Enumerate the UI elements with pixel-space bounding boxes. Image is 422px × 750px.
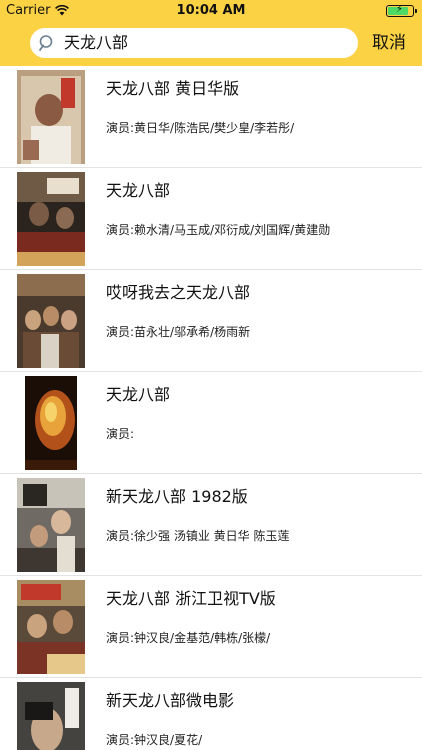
poster-image	[25, 376, 77, 470]
result-cast: 演员:黄日华/陈浩民/樊少皇/李若彤/	[106, 121, 295, 135]
cancel-button[interactable]: 取消	[372, 30, 406, 56]
result-cast: 演员:钟汉良/夏花/	[106, 733, 203, 747]
result-title: 新天龙八部微电影	[106, 691, 235, 710]
search-icon	[39, 35, 53, 51]
poster-image	[17, 478, 85, 572]
result-row[interactable]: 新天龙八部 1982版 演员:徐少强 汤镇业 黄日华 陈玉莲	[0, 474, 422, 576]
result-cast: 演员:徐少强 汤镇业 黄日华 陈玉莲	[106, 529, 290, 543]
result-row[interactable]: 天龙八部 演员:赖水清/马玉成/邓衍成/刘国辉/黄建勋	[0, 168, 422, 270]
poster-image	[17, 172, 85, 266]
screen: Carrier 10:04 AM ⚡ 取消	[0, 0, 422, 750]
result-cast: 演员:苗永壮/邬承希/杨雨新	[106, 325, 251, 339]
result-cast: 演员:钟汉良/金基范/韩栋/张檬/	[106, 631, 271, 645]
search-bar[interactable]	[30, 28, 358, 58]
result-row[interactable]: 新天龙八部微电影 演员:钟汉良/夏花/	[0, 678, 422, 750]
battery-nub	[415, 9, 417, 13]
result-cast: 演员:	[106, 427, 135, 441]
clock: 10:04 AM	[176, 3, 246, 18]
status-bar: Carrier 10:04 AM ⚡	[0, 0, 422, 22]
result-title: 天龙八部 浙江卫视TV版	[106, 589, 276, 608]
search-input[interactable]	[64, 28, 344, 58]
result-row[interactable]: 天龙八部 浙江卫视TV版 演员:钟汉良/金基范/韩栋/张檬/	[0, 576, 422, 678]
charging-bolt-icon: ⚡	[396, 4, 404, 15]
poster-image	[17, 274, 85, 368]
result-title: 天龙八部	[106, 385, 171, 404]
results-list: 天龙八部 黄日华版 演员:黄日华/陈浩民/樊少皇/李若彤/ 天龙八部 演员:赖水…	[0, 66, 422, 750]
poster-image	[17, 70, 85, 164]
poster-image	[17, 580, 85, 674]
result-title: 天龙八部	[106, 181, 171, 200]
result-row[interactable]: 天龙八部 演员:	[0, 372, 422, 474]
header: Carrier 10:04 AM ⚡ 取消	[0, 0, 422, 66]
battery-icon: ⚡	[386, 4, 417, 17]
result-row[interactable]: 哎呀我去之天龙八部 演员:苗永壮/邬承希/杨雨新	[0, 270, 422, 372]
poster-image	[17, 682, 85, 750]
result-title: 哎呀我去之天龙八部	[106, 283, 251, 302]
result-row[interactable]: 天龙八部 黄日华版 演员:黄日华/陈浩民/樊少皇/李若彤/	[0, 66, 422, 168]
result-title: 新天龙八部 1982版	[106, 487, 248, 506]
result-title: 天龙八部 黄日华版	[106, 79, 240, 98]
result-cast: 演员:赖水清/马玉成/邓衍成/刘国辉/黄建勋	[106, 223, 331, 237]
